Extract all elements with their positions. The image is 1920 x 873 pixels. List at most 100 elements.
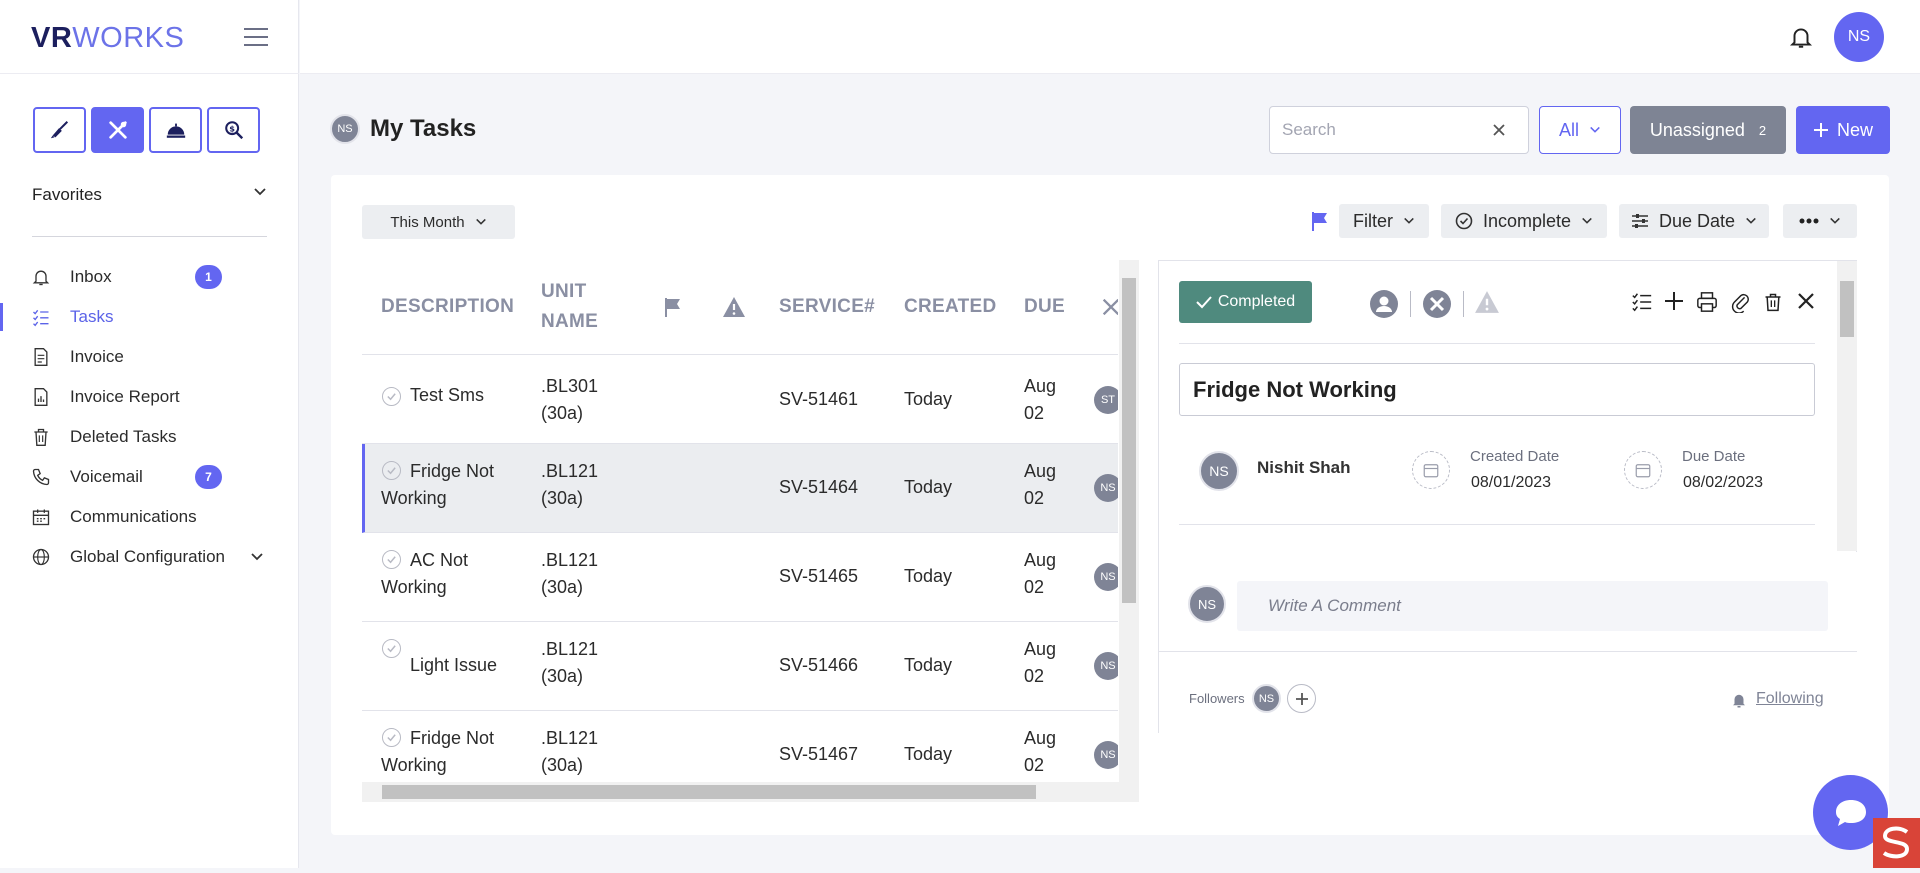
detail-scrollbar[interactable] [1837, 261, 1857, 551]
favorites-dropdown[interactable]: Favorites [32, 185, 267, 205]
attachment-icon[interactable] [1730, 291, 1750, 313]
table-row[interactable]: Test Sms .BL301 (30a) SV-51461 Today Aug… [362, 355, 1118, 444]
sidebar-item-inbox[interactable]: Inbox 1 [0, 257, 299, 297]
unassigned-button[interactable]: Unassigned 2 [1630, 106, 1786, 154]
quick-housekeeping-button[interactable] [33, 107, 86, 153]
page-title-text: My Tasks [370, 115, 477, 142]
bell-icon [30, 266, 52, 288]
notification-bell-icon[interactable] [1788, 24, 1814, 50]
sidebar-item-communications[interactable]: Communications [0, 497, 299, 537]
scroll-thumb[interactable] [1840, 281, 1854, 337]
tools-column-icon [1102, 298, 1118, 316]
unit-code: .BL301 [541, 376, 599, 396]
due-date-value[interactable]: 08/02/2023 [1683, 474, 1763, 492]
assignee-avatar: NS [1199, 451, 1239, 491]
close-icon[interactable] [1797, 292, 1815, 310]
warning-icon[interactable] [1474, 290, 1500, 314]
due-day: 02 [1024, 666, 1045, 686]
complete-check-icon[interactable] [382, 550, 401, 569]
search-box [1269, 106, 1529, 154]
warning-column-icon [723, 297, 745, 317]
task-list-icon [30, 306, 52, 328]
comment-section: NS Write A Comment Followers NS Followin… [1159, 552, 1857, 733]
chevron-down-icon [1404, 217, 1414, 224]
task-description: Fridge Not [410, 728, 495, 748]
table-row[interactable]: AC Not Working .BL121 (30a) SV-51465 Tod… [362, 533, 1118, 622]
comment-input[interactable]: Write A Comment [1237, 581, 1828, 631]
due-month: Aug [1024, 639, 1057, 659]
widget-logo[interactable] [1873, 818, 1920, 868]
due-month: Aug [1024, 550, 1057, 570]
col-service[interactable]: SERVICE# [779, 292, 875, 322]
status-label: Incomplete [1482, 210, 1572, 231]
assignee-name[interactable]: Nishit Shah [1257, 458, 1351, 478]
favorites-label: Favorites [32, 185, 102, 204]
sidebar-item-global-configuration[interactable]: Global Configuration [0, 537, 299, 577]
period-dropdown[interactable]: This Month [362, 205, 515, 239]
sidebar-item-label: Global Configuration [70, 547, 225, 566]
flag-icon[interactable] [1310, 210, 1330, 232]
sidebar-item-invoice-report[interactable]: Invoice Report [0, 377, 299, 417]
complete-check-icon[interactable] [382, 461, 401, 480]
unit-code: .BL121 [541, 550, 599, 570]
table-horizontal-scrollbar[interactable] [362, 782, 1119, 802]
task-description-line2: Working [381, 755, 447, 775]
scope-all-dropdown[interactable]: All [1539, 106, 1621, 154]
due-month: Aug [1024, 461, 1057, 481]
quick-maintenance-button[interactable] [91, 107, 144, 153]
add-icon[interactable] [1664, 291, 1684, 311]
sort-dropdown[interactable]: Due Date [1619, 204, 1769, 238]
table-vertical-scrollbar[interactable] [1119, 260, 1139, 802]
detail-divider [1179, 524, 1815, 525]
table-header: DESCRIPTION UNIT NAME SERVICE# CREATED D… [362, 260, 1118, 355]
user-avatar[interactable]: NS [1834, 12, 1884, 62]
col-due[interactable]: DUE [1024, 292, 1065, 322]
due-month: Aug [1024, 728, 1057, 748]
sidebar-item-deleted-tasks[interactable]: Deleted Tasks [0, 417, 299, 457]
created-date-value[interactable]: 08/01/2023 [1471, 474, 1551, 492]
col-unit[interactable]: UNIT [541, 277, 587, 307]
new-label: New [1836, 119, 1873, 140]
clear-search-icon[interactable] [1492, 123, 1506, 137]
created-date-icon [1412, 451, 1450, 489]
sidebar-item-voicemail[interactable]: Voicemail 7 [0, 457, 299, 497]
quick-concierge-button[interactable] [149, 107, 202, 153]
more-options-dropdown[interactable] [1783, 204, 1857, 238]
quick-inspection-button[interactable]: $ [207, 107, 260, 153]
assign-user-icon[interactable] [1369, 289, 1399, 319]
table-row[interactable]: Light Issue .BL121 (30a) SV-51466 Today … [362, 622, 1118, 711]
sort-label: Due Date [1658, 210, 1736, 231]
add-follower-button[interactable] [1287, 684, 1316, 713]
sidebar-item-invoice[interactable]: Invoice [0, 337, 299, 377]
table-row-selected[interactable]: Fridge Not Working .BL121 (30a) SV-51464… [362, 444, 1118, 533]
delete-icon[interactable] [1763, 291, 1783, 313]
scroll-thumb[interactable] [382, 785, 1036, 799]
follower-avatar[interactable]: NS [1252, 684, 1281, 713]
col-name[interactable]: NAME [541, 307, 598, 337]
col-created[interactable]: CREATED [904, 292, 997, 322]
app-logo[interactable]: VRWORKS [31, 22, 184, 55]
complete-check-icon[interactable] [382, 728, 401, 747]
search-input[interactable] [1282, 120, 1492, 140]
completed-status-button[interactable]: Completed [1179, 281, 1312, 323]
sidebar-item-tasks[interactable]: Tasks [0, 297, 299, 337]
complete-check-icon[interactable] [382, 639, 401, 658]
filter-dropdown[interactable]: Filter [1339, 204, 1429, 238]
new-task-button[interactable]: New [1796, 106, 1890, 154]
unit-code: .BL121 [541, 461, 599, 481]
col-description[interactable]: DESCRIPTION [381, 292, 514, 322]
maintenance-category-icon[interactable] [1422, 289, 1452, 319]
unassigned-count: 2 [1758, 122, 1767, 138]
menu-toggle-icon[interactable] [244, 28, 268, 48]
following-toggle[interactable]: Following [1756, 690, 1824, 708]
checklist-icon[interactable] [1631, 291, 1653, 313]
check-circle-icon [1455, 212, 1473, 230]
task-title-field[interactable]: Fridge Not Working [1179, 363, 1815, 416]
status-dropdown[interactable]: Incomplete [1441, 204, 1607, 238]
sliders-icon [1631, 214, 1648, 228]
complete-check-icon[interactable] [382, 387, 401, 406]
print-icon[interactable] [1696, 291, 1718, 313]
scroll-thumb[interactable] [1122, 278, 1136, 603]
assignee-avatar: NS [1094, 652, 1118, 680]
chevron-down-icon [254, 188, 266, 196]
